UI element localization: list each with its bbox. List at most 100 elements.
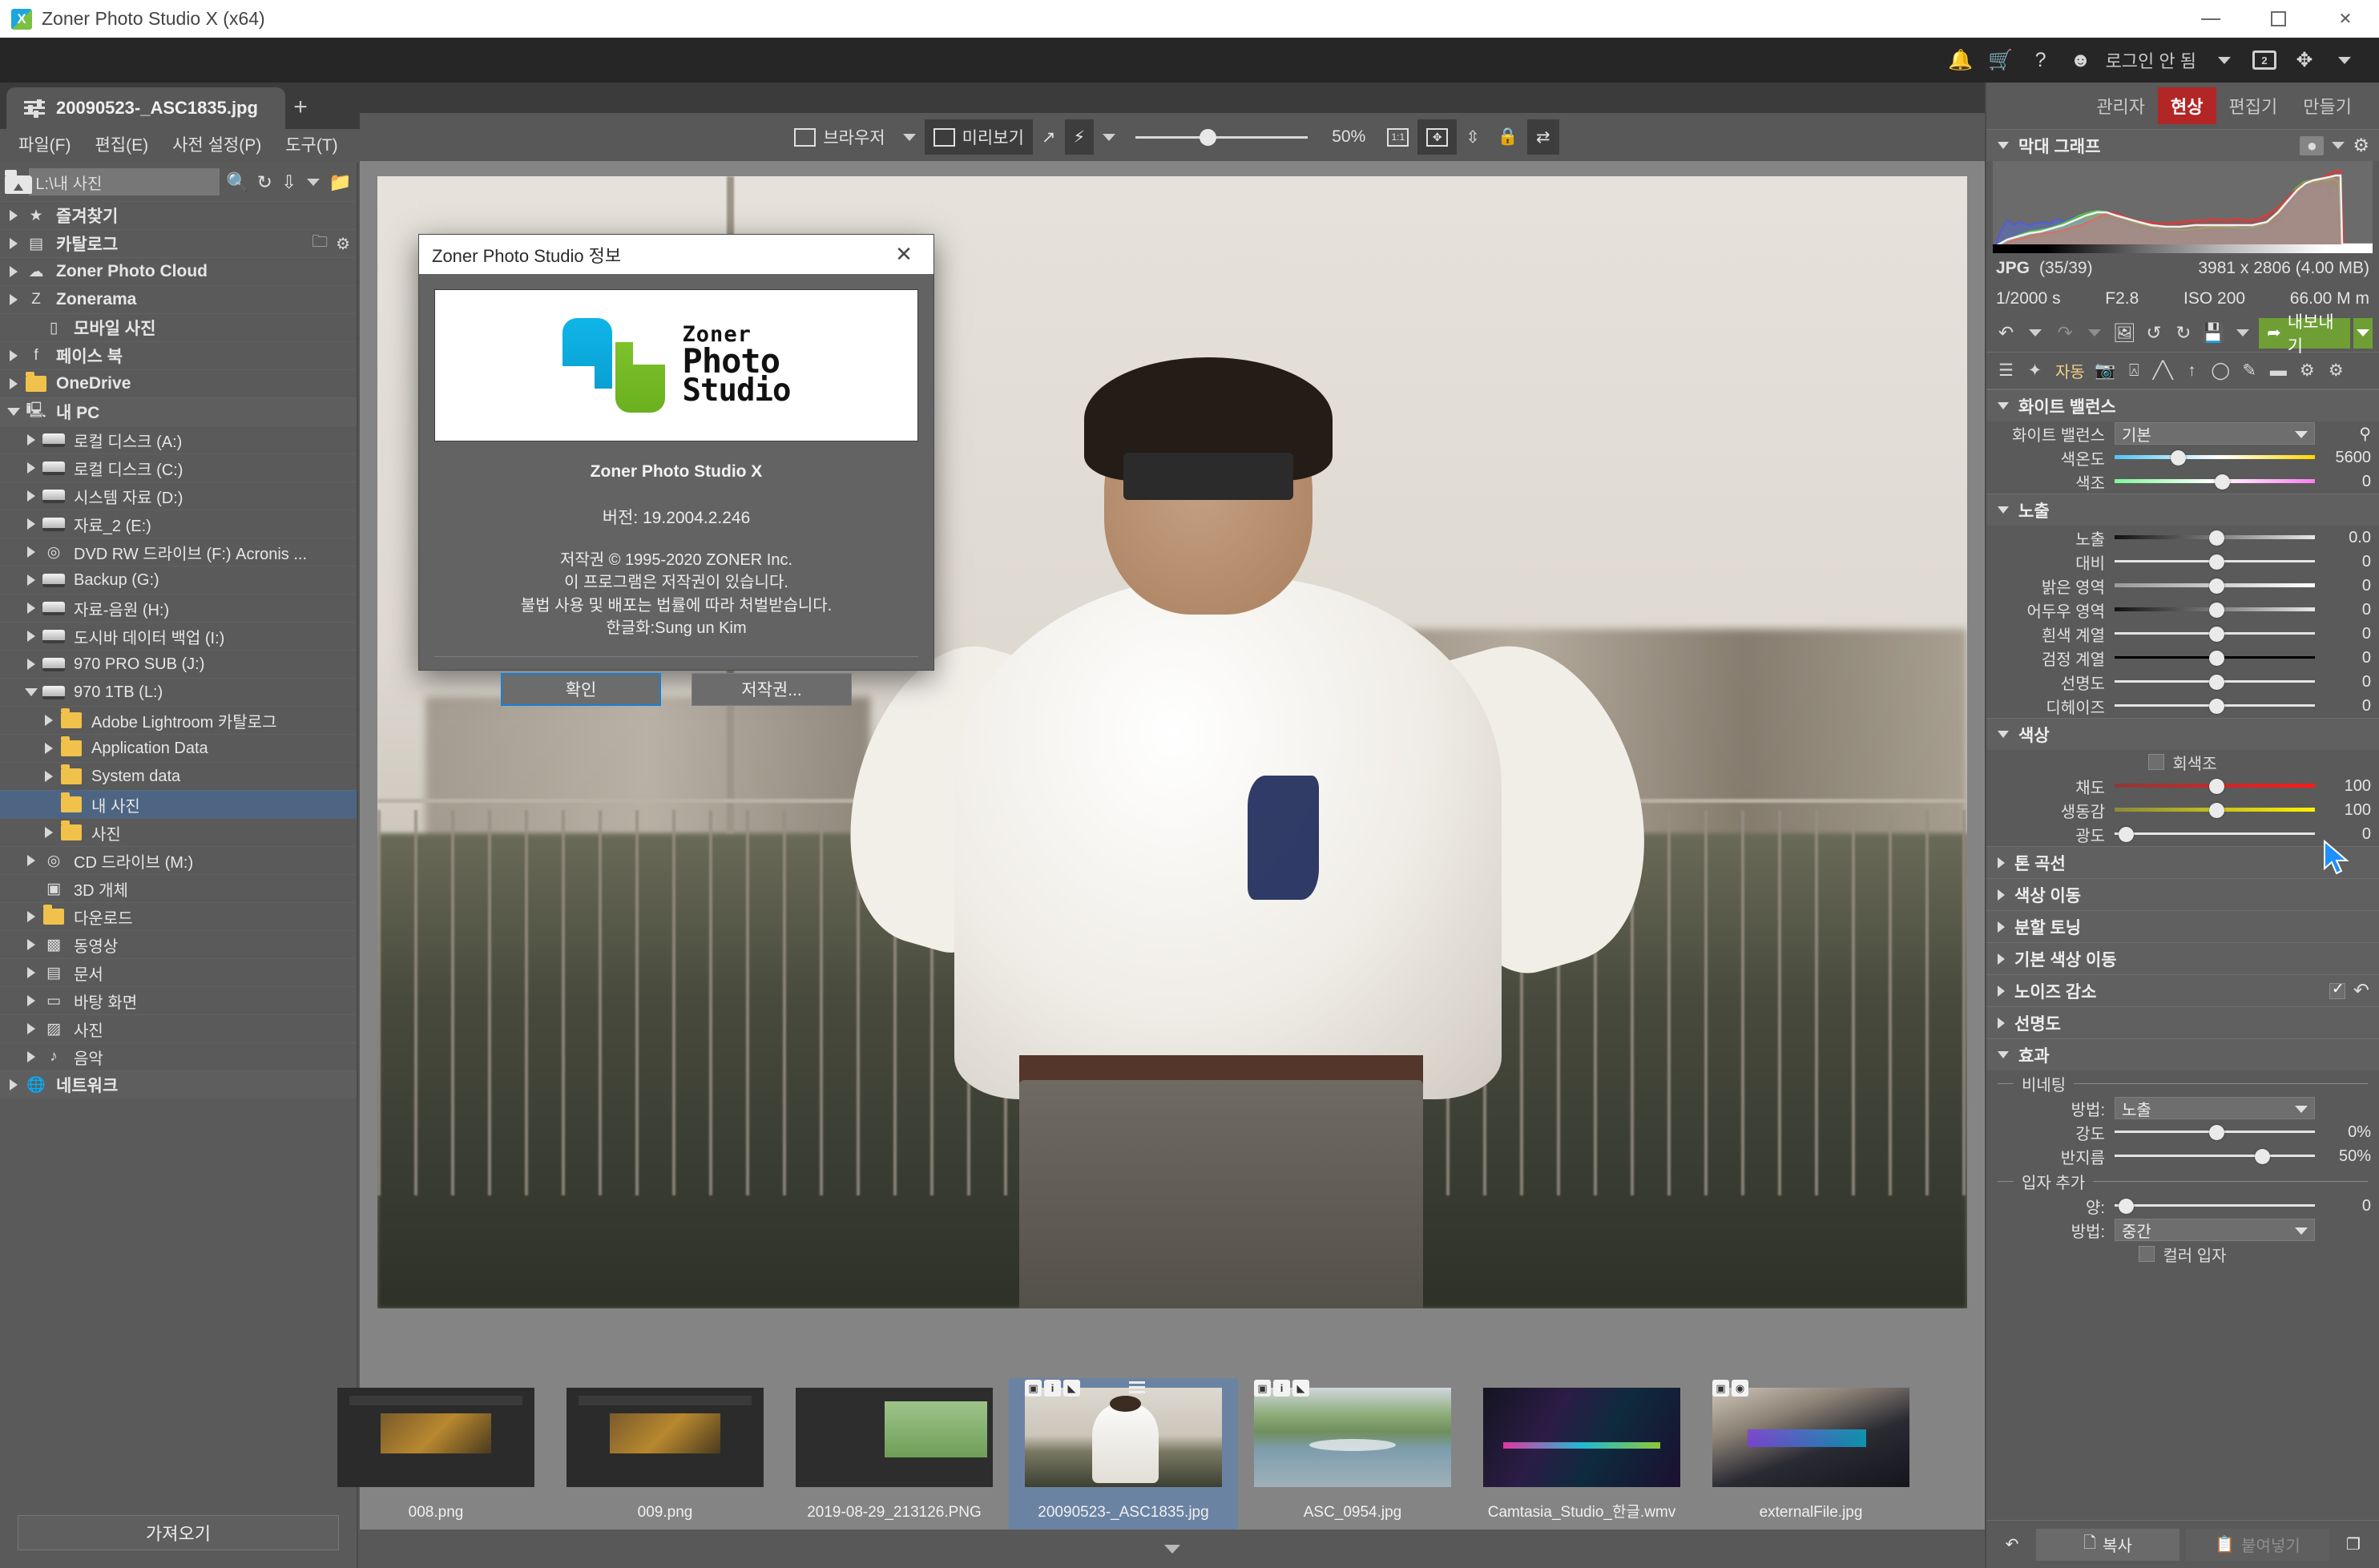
chevron-right-icon[interactable] bbox=[21, 603, 42, 614]
tree-item-31[interactable]: 🌐 네트워크 bbox=[0, 1070, 357, 1098]
slider-흰색 계열[interactable] bbox=[2115, 623, 2315, 644]
path-input[interactable] bbox=[29, 168, 220, 195]
eyedropper-icon[interactable]: ⚲ bbox=[2315, 424, 2371, 444]
crop-icon[interactable]: ⍓ bbox=[2121, 357, 2147, 384]
new-folder-icon[interactable]: 📁 bbox=[329, 168, 352, 195]
gradient-icon[interactable]: ▬ bbox=[2265, 357, 2292, 384]
refresh-icon[interactable]: ↻ bbox=[256, 168, 273, 195]
tab-develop[interactable]: 현상 bbox=[2158, 87, 2216, 124]
tree-item-27[interactable]: ▤ 문서 bbox=[0, 958, 357, 986]
slider-대비[interactable] bbox=[2115, 551, 2315, 572]
circle-select-icon[interactable]: ◯ bbox=[2208, 357, 2234, 384]
filmstrip-item[interactable]: ▣ i ◣ ASC_0954.jpg bbox=[1238, 1378, 1467, 1530]
open-external-icon[interactable]: ↗ bbox=[1033, 119, 1065, 155]
sort-dropdown-icon[interactable] bbox=[304, 168, 322, 195]
slider-채도[interactable] bbox=[2115, 776, 2315, 796]
undo-dropdown-icon[interactable] bbox=[2022, 319, 2049, 348]
slider-디헤이즈[interactable] bbox=[2115, 695, 2315, 716]
slider-양:[interactable] bbox=[2115, 1195, 2315, 1216]
filmstrip-item[interactable]: 008.png bbox=[321, 1378, 550, 1530]
document-tab[interactable]: 20090523-_ASC1835.jpg bbox=[6, 87, 285, 129]
gear-icon[interactable]: ⚙ bbox=[2323, 357, 2349, 384]
chevron-right-icon[interactable] bbox=[38, 827, 59, 838]
filmstrip-item[interactable]: ▣ i ◣ 20090523-_ASC1835.jpg bbox=[1009, 1378, 1238, 1530]
tree-item-15[interactable]: 도시바 데이터 백업 (I:) bbox=[0, 622, 357, 650]
account-icon[interactable]: ☻ bbox=[2061, 38, 2101, 83]
tab-create[interactable]: 만들기 bbox=[2290, 87, 2365, 124]
chevron-down-icon[interactable] bbox=[21, 688, 42, 696]
chevron-right-icon[interactable] bbox=[38, 743, 59, 754]
tree-item-14[interactable]: 자료-음원 (H:) bbox=[0, 594, 357, 622]
batch-icon[interactable]: ❐ bbox=[2336, 1528, 2371, 1561]
chevron-right-icon[interactable] bbox=[21, 1023, 42, 1034]
slider-어두우 영역[interactable] bbox=[2115, 599, 2315, 620]
slider-반지름[interactable] bbox=[2115, 1146, 2315, 1167]
section-header-노출[interactable]: 노출 bbox=[1986, 494, 2379, 526]
brush-icon[interactable]: ✎ bbox=[2236, 357, 2263, 384]
chevron-right-icon[interactable] bbox=[3, 378, 24, 389]
save-icon[interactable]: 💾 bbox=[2200, 319, 2226, 348]
histogram-section-header[interactable]: 막대 그래프 ● ⚙ bbox=[1986, 129, 2379, 161]
tree-item-4[interactable]: ▯ 모바일 사진 bbox=[0, 313, 357, 341]
chevron-down-icon[interactable] bbox=[3, 408, 24, 416]
rotate-right-icon[interactable]: ↻ bbox=[2170, 319, 2196, 348]
filmstrip-item[interactable]: Camtasia_Studio_한글.wmv bbox=[1467, 1378, 1696, 1530]
tree-item-19[interactable]: Application Data bbox=[0, 734, 357, 762]
chevron-right-icon[interactable] bbox=[21, 855, 42, 866]
tab-manager[interactable]: 관리자 bbox=[2083, 87, 2158, 124]
compare-icon[interactable]: ⇄ bbox=[1527, 119, 1559, 155]
tree-item-21[interactable]: 내 사진 bbox=[0, 790, 357, 818]
close-icon[interactable]: ✕ bbox=[887, 238, 921, 272]
chevron-right-icon[interactable] bbox=[21, 631, 42, 642]
slider-색조[interactable] bbox=[2115, 471, 2315, 492]
section-header-효과[interactable]: 효과 bbox=[1986, 1038, 2379, 1070]
chevron-right-icon[interactable] bbox=[3, 266, 24, 277]
chevron-right-icon[interactable] bbox=[21, 434, 42, 445]
channel-dropdown-icon[interactable] bbox=[2332, 142, 2345, 149]
zoom-slider[interactable] bbox=[1135, 121, 1308, 153]
folder-tree[interactable]: ★ 즐겨찾기 ▤ 카탈로그 🗀 ⚙ ☁ Zoner Photo Cloud Z Zonerama ▯… bbox=[0, 201, 357, 1501]
chevron-right-icon[interactable] bbox=[21, 967, 42, 978]
sort-icon[interactable]: ⇩ bbox=[280, 168, 297, 195]
fit-height-icon[interactable]: ⇳ bbox=[1457, 119, 1489, 155]
tree-item-11[interactable]: 자료_2 (E:) bbox=[0, 510, 357, 538]
tree-item-7[interactable]: 🖳 내 PC bbox=[0, 397, 357, 425]
copy-button[interactable]: 🗋 복사 bbox=[2036, 1528, 2179, 1561]
cart-icon[interactable]: 🛒 bbox=[1981, 38, 2021, 83]
chevron-right-icon[interactable] bbox=[21, 462, 42, 474]
quick-edit-dropdown-icon[interactable] bbox=[1094, 119, 1124, 155]
slider-광도[interactable] bbox=[2115, 824, 2315, 844]
section-header-화이트 밸런스[interactable]: 화이트 밸런스 bbox=[1986, 389, 2379, 421]
gear-icon[interactable]: ⚙ bbox=[336, 234, 350, 254]
tree-item-0[interactable]: ★ 즐겨찾기 bbox=[0, 201, 357, 229]
chevron-right-icon[interactable] bbox=[3, 1079, 24, 1090]
filmstrip-collapse-bar[interactable] bbox=[360, 1530, 1985, 1568]
quick-edit-icon[interactable]: ⚡ bbox=[1064, 119, 1095, 155]
chevron-right-icon[interactable] bbox=[38, 771, 59, 782]
browser-button[interactable]: 브라우저 bbox=[785, 119, 893, 155]
magic-wand-icon[interactable]: ✦ bbox=[2022, 357, 2048, 384]
login-status-label[interactable]: 로그인 안 됨 bbox=[2106, 47, 2196, 73]
monitor-icon[interactable]: 2 bbox=[2244, 38, 2284, 83]
revert-icon[interactable]: ↶ bbox=[1994, 1528, 2030, 1561]
chevron-right-icon[interactable] bbox=[38, 715, 59, 726]
redo-dropdown-icon[interactable] bbox=[2082, 319, 2108, 348]
zoom-1to1-icon[interactable]: 1:1 bbox=[1378, 119, 1417, 155]
tree-item-2[interactable]: ☁ Zoner Photo Cloud bbox=[0, 257, 357, 285]
tab-editor[interactable]: 편집기 bbox=[2216, 87, 2291, 124]
checkbox-컬러 입자[interactable] bbox=[2139, 1246, 2155, 1262]
filmstrip[interactable]: 008.png 009.png 2019-08-29_213126.PNG ▣ i ◣ 20… bbox=[337, 1373, 1985, 1530]
tree-item-6[interactable]: OneDrive bbox=[0, 369, 357, 397]
undo-icon[interactable]: ↶ bbox=[1993, 319, 2019, 348]
menu-edit[interactable]: 편집(E) bbox=[83, 129, 160, 163]
gear-icon[interactable]: ⚙ bbox=[2353, 135, 2369, 156]
chevron-right-icon[interactable] bbox=[21, 911, 42, 922]
tree-item-18[interactable]: Adobe Lightroom 카탈로그 bbox=[0, 706, 357, 734]
tree-item-12[interactable]: ◎ DVD RW 드라이브 (F:) Acronis ... bbox=[0, 538, 357, 566]
tree-item-28[interactable]: ▭ 바탕 화면 bbox=[0, 986, 357, 1014]
tree-item-22[interactable]: 사진 bbox=[0, 818, 357, 846]
tree-item-1[interactable]: ▤ 카탈로그 🗀 ⚙ bbox=[0, 229, 357, 257]
chevron-right-icon[interactable] bbox=[3, 238, 24, 249]
fit-screen-icon[interactable]: ✥ bbox=[1417, 119, 1458, 155]
section-header-노이즈 감소[interactable]: 노이즈 감소 ↶ bbox=[1986, 974, 2379, 1006]
